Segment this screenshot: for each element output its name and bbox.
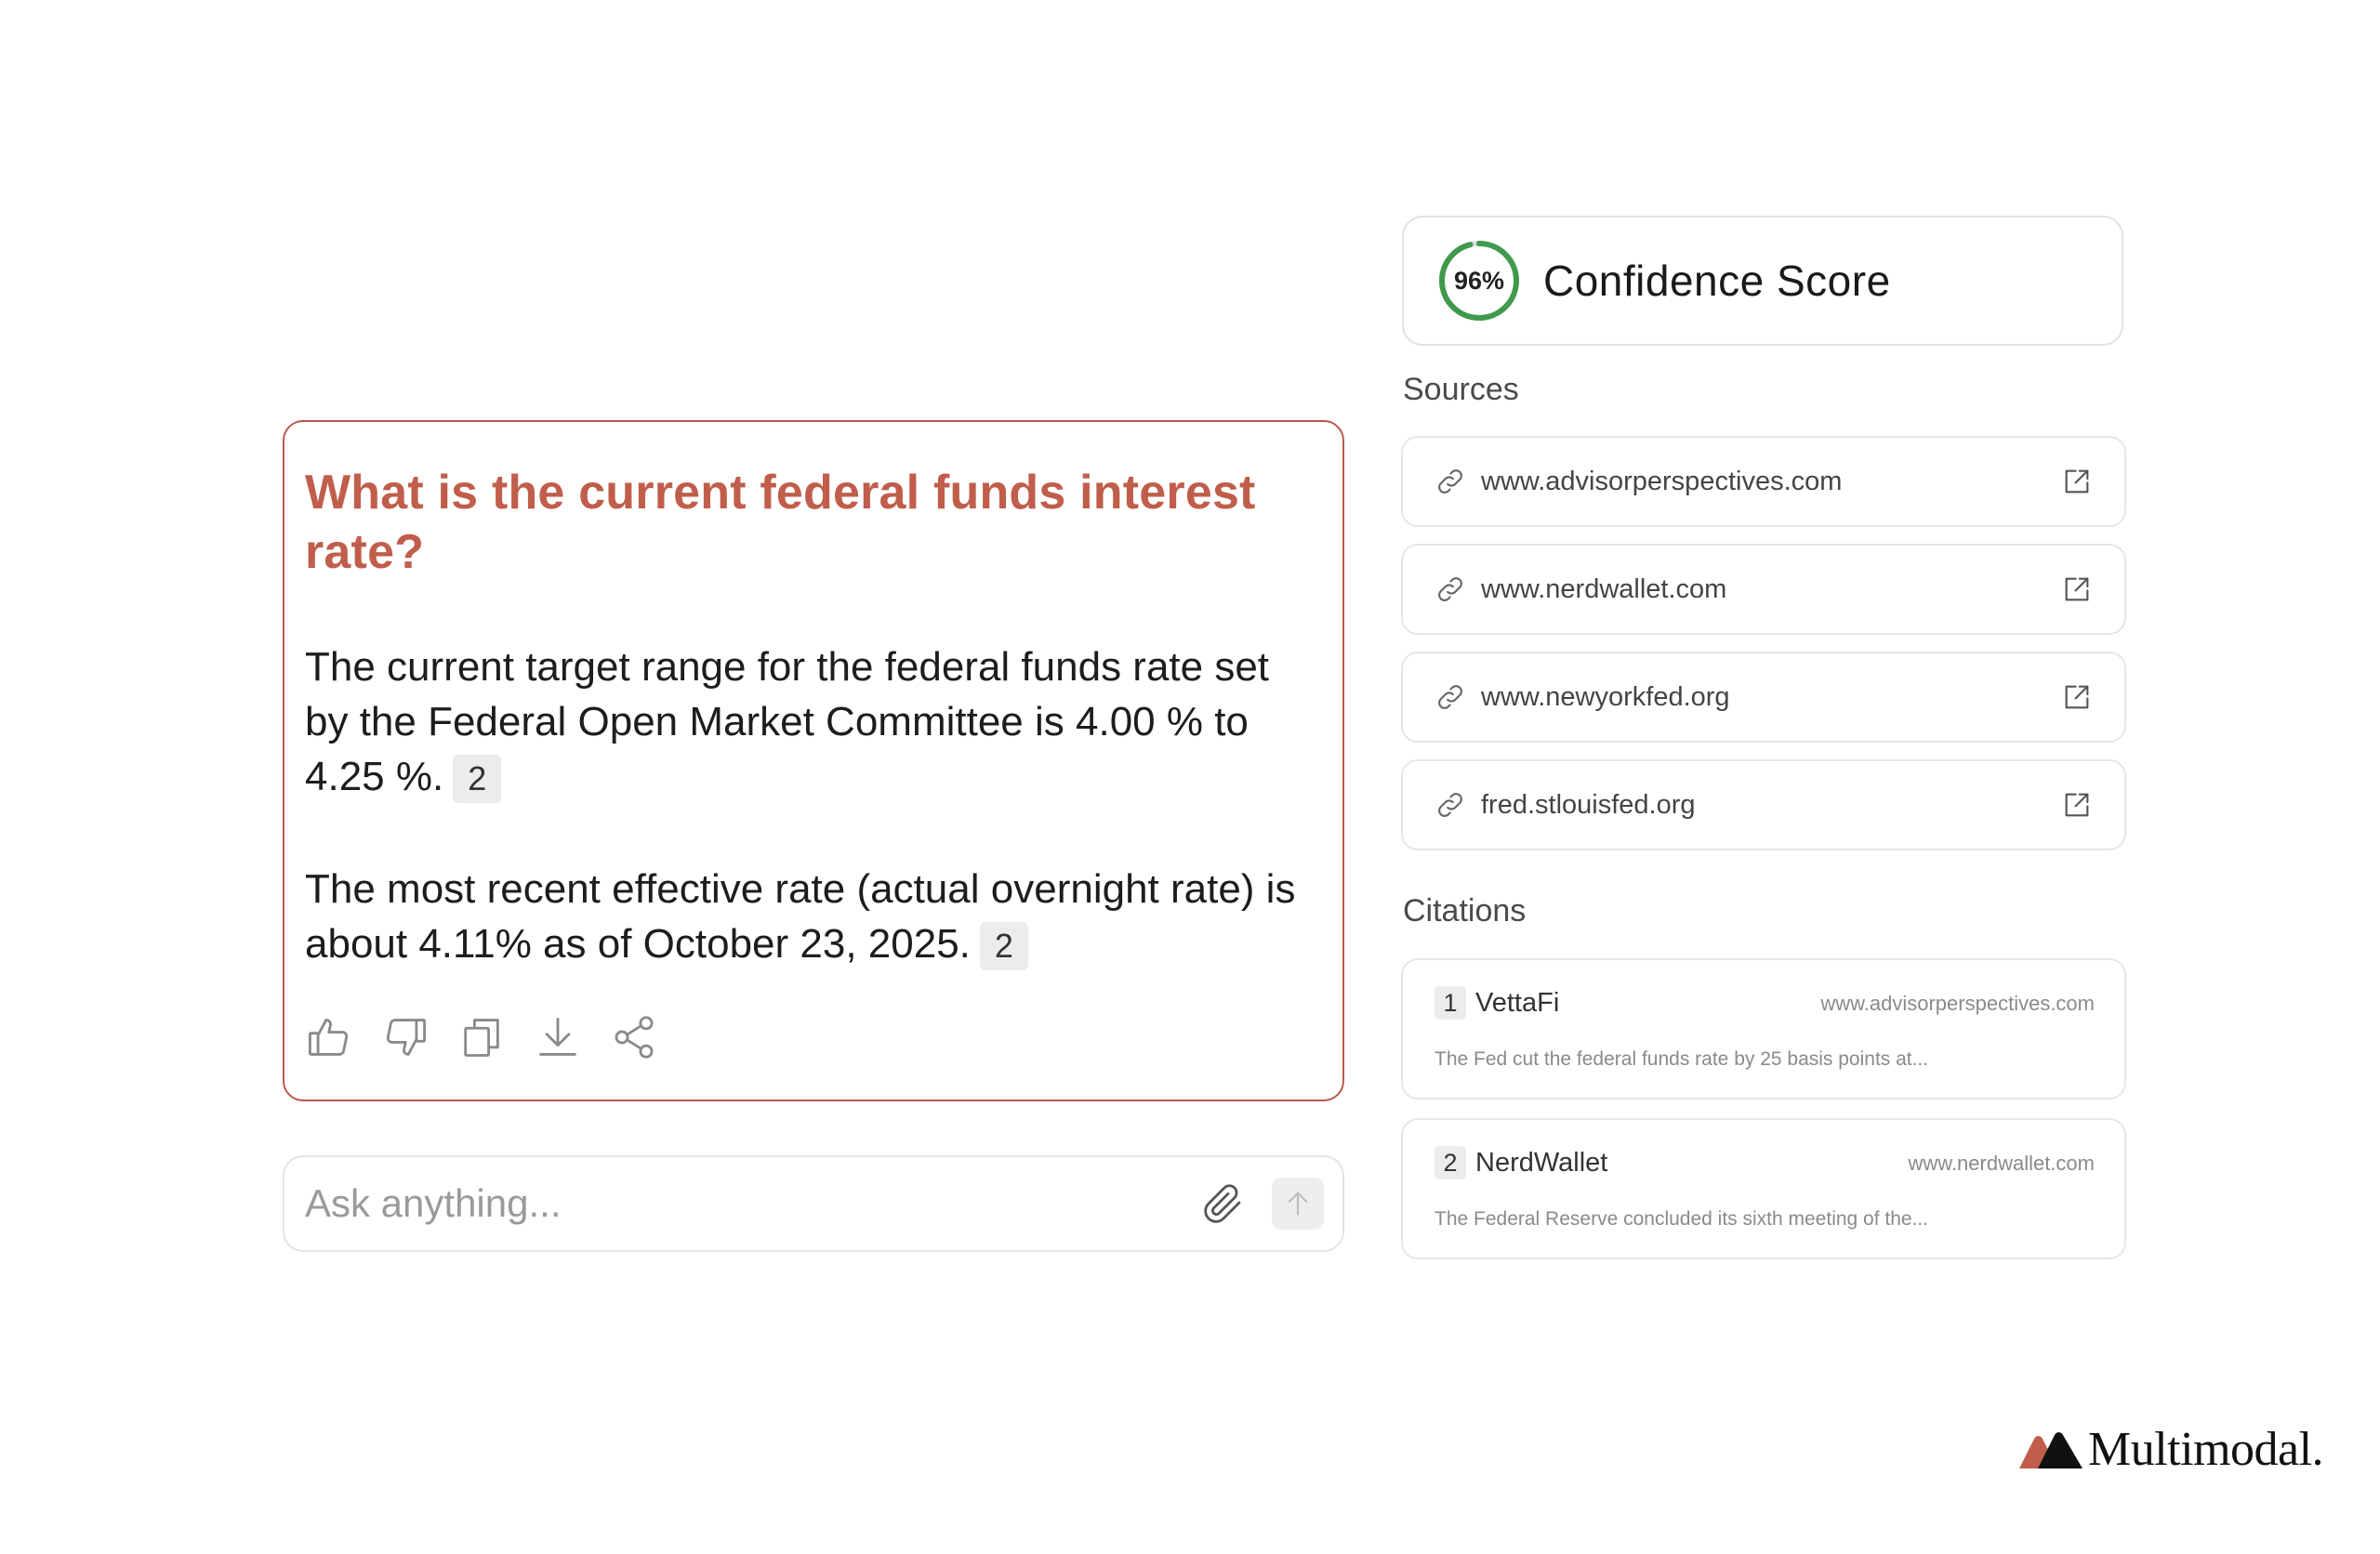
thumbs-up-button[interactable] <box>305 1011 353 1063</box>
source-domain: www.newyorkfed.org <box>1481 681 1730 712</box>
ask-input[interactable] <box>305 1181 1201 1226</box>
send-button[interactable] <box>1272 1178 1324 1230</box>
source-domain: fred.stlouisfed.org <box>1481 789 1696 820</box>
link-icon <box>1438 469 1462 494</box>
confidence-ring: 96% <box>1437 239 1521 323</box>
source-item[interactable]: www.newyorkfed.org <box>1401 652 2126 743</box>
thumbs-down-button[interactable] <box>381 1011 430 1063</box>
external-link-icon[interactable] <box>2061 573 2093 605</box>
source-domain: www.advisorperspectives.com <box>1481 466 1843 496</box>
citation-number: 2 <box>1435 1146 1466 1179</box>
citation-number: 1 <box>1435 986 1466 1020</box>
ask-box <box>283 1155 1344 1252</box>
citation-domain: www.advisorperspectives.com <box>1820 992 2095 1015</box>
copy-button[interactable] <box>457 1011 506 1063</box>
share-button[interactable] <box>610 1011 658 1063</box>
source-item[interactable]: www.advisorperspectives.com <box>1401 436 2126 527</box>
citation-card[interactable]: 2 NerdWallet www.nerdwallet.com The Fede… <box>1401 1118 2126 1259</box>
citation-domain: www.nerdwallet.com <box>1908 1152 2095 1175</box>
citation-name: VettaFi <box>1475 988 1560 1018</box>
source-domain: www.nerdwallet.com <box>1481 573 1727 604</box>
question-title: What is the current federal funds intere… <box>305 466 1256 579</box>
citation-name: NerdWallet <box>1475 1148 1608 1178</box>
citation-snippet: The Federal Reserve concluded its sixth … <box>1435 1208 1929 1230</box>
confidence-title: Confidence Score <box>1543 257 1891 305</box>
share-icon <box>615 1016 654 1059</box>
confidence-card: 96% Confidence Score <box>1402 216 2123 346</box>
citation-chip[interactable]: 2 <box>453 755 502 804</box>
brand-logo: Multimodal. <box>2017 1422 2324 1477</box>
citations-heading: Citations <box>1403 893 1527 928</box>
answer-paragraph-text: The current target range for the federal… <box>305 644 1270 799</box>
download-icon <box>539 1018 576 1056</box>
answer-card: What is the current federal funds intere… <box>283 420 1344 1101</box>
citation-card[interactable]: 1 VettaFi www.advisorperspectives.com Th… <box>1401 958 2126 1100</box>
answer-paragraph: The current target range for the federal… <box>305 639 1318 804</box>
page: What is the current federal funds intere… <box>0 0 2380 1554</box>
copy-icon <box>464 1019 499 1057</box>
link-icon <box>1438 577 1462 601</box>
download-button[interactable] <box>534 1011 582 1063</box>
link-icon <box>1438 793 1462 817</box>
brand-name: Multimodal. <box>2088 1423 2324 1476</box>
confidence-value: 96% <box>1453 266 1505 295</box>
link-icon <box>1438 685 1462 709</box>
answer-paragraph: The most recent effective rate (actual o… <box>305 862 1318 971</box>
thumbs-down-icon <box>386 1019 426 1056</box>
external-link-icon[interactable] <box>2061 789 2093 821</box>
citation-chip[interactable]: 2 <box>979 922 1028 971</box>
arrow-up-icon <box>1288 1192 1308 1216</box>
citation-snippet: The Fed cut the federal funds rate by 25… <box>1435 1048 1929 1070</box>
external-link-icon[interactable] <box>2061 681 2093 713</box>
multimodal-logo-icon <box>2019 1431 2082 1468</box>
answer-actions <box>305 1011 658 1063</box>
source-item[interactable]: www.nerdwallet.com <box>1401 544 2126 635</box>
external-link-icon[interactable] <box>2061 466 2093 497</box>
paperclip-icon[interactable] <box>1201 1181 1246 1226</box>
thumbs-up-icon <box>309 1019 349 1056</box>
source-item[interactable]: fred.stlouisfed.org <box>1401 759 2126 850</box>
answer-paragraph-text: The most recent effective rate (actual o… <box>305 866 1296 967</box>
sources-heading: Sources <box>1403 372 1519 407</box>
